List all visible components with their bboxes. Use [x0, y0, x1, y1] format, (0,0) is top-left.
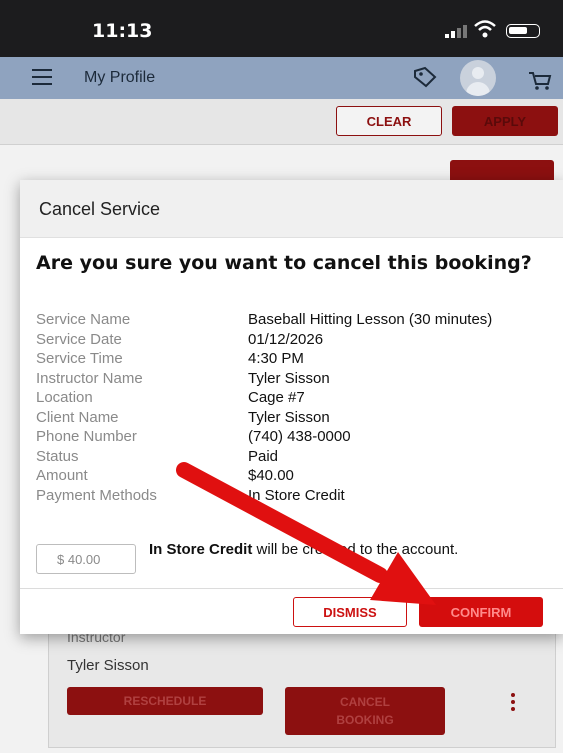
- booking-card: Instructor Tyler Sisson RESCHEDULE CANCE…: [48, 628, 556, 748]
- detail-label: Client Name: [36, 408, 119, 426]
- dismiss-button[interactable]: DISMISS: [293, 597, 407, 627]
- clear-button[interactable]: CLEAR: [336, 106, 442, 136]
- instructor-name: Tyler Sisson: [67, 657, 149, 674]
- hamburger-menu-icon[interactable]: [32, 69, 52, 85]
- status-bar: 11:13: [0, 0, 563, 57]
- detail-label: Service Date: [36, 330, 122, 348]
- detail-value: Tyler Sisson: [248, 408, 330, 426]
- confirm-button[interactable]: CONFIRM: [419, 597, 543, 627]
- detail-label: Status: [36, 447, 79, 465]
- reschedule-button[interactable]: RESCHEDULE: [67, 687, 263, 715]
- cellular-signal-icon: [445, 25, 467, 38]
- detail-label: Service Name: [36, 311, 131, 328]
- detail-label: Amount: [36, 467, 88, 484]
- page-title: My Profile: [84, 69, 156, 86]
- detail-value: Cage #7: [248, 389, 305, 406]
- avatar[interactable]: [460, 60, 496, 96]
- status-time: 11:13: [92, 20, 153, 42]
- booking-details: Service Name Baseball Hitting Lesson (30 …: [36, 310, 546, 505]
- detail-label: Instructor Name: [36, 369, 143, 387]
- cancel-service-dialog: Cancel Service Are you sure you want to …: [20, 180, 563, 634]
- detail-value: Baseball Hitting Lesson (30 minutes): [248, 311, 493, 328]
- credit-method: In Store Credit: [149, 541, 253, 558]
- detail-value: Paid: [248, 447, 279, 465]
- dialog-header: Cancel Service: [20, 180, 563, 238]
- detail-value: 4:30 PM: [248, 350, 304, 367]
- cancel-booking-button[interactable]: CANCEL BOOKING: [285, 687, 445, 735]
- detail-row: Amount $40.00: [36, 466, 546, 486]
- detail-value: $40.00: [248, 467, 294, 484]
- detail-row: Phone Number (740) 438-0000: [36, 427, 546, 447]
- more-options-icon[interactable]: [511, 693, 515, 714]
- detail-row: Status Paid: [36, 447, 546, 467]
- phone-screen: 11:13 My Profile CLEAR APPLY Instructor: [0, 0, 563, 753]
- detail-label: Location: [36, 389, 93, 406]
- detail-label: Service Time: [36, 350, 123, 367]
- credit-amount-field: $ 40.00: [36, 544, 136, 574]
- detail-row: Instructor Name Tyler Sisson: [36, 369, 546, 389]
- detail-row: Service Date 01/12/2026: [36, 330, 546, 350]
- cart-icon[interactable]: [528, 71, 552, 91]
- detail-value: 01/12/2026: [248, 330, 324, 348]
- detail-row: Service Time 4:30 PM: [36, 349, 546, 369]
- detail-row: Location Cage #7: [36, 388, 546, 408]
- apply-button[interactable]: APPLY: [452, 106, 558, 136]
- detail-row: Service Name Baseball Hitting Lesson (30 …: [36, 310, 546, 330]
- filter-bar: CLEAR APPLY: [0, 99, 563, 145]
- detail-value: In Store Credit: [248, 486, 345, 504]
- app-header: My Profile: [0, 57, 563, 99]
- detail-value: (740) 438-0000: [248, 428, 351, 445]
- tag-icon[interactable]: [412, 65, 438, 89]
- dialog-footer: DISMISS CONFIRM: [20, 588, 563, 634]
- dialog-title: Cancel Service: [39, 199, 161, 219]
- credit-notice-rest: will be credited to the account.: [252, 541, 459, 558]
- wifi-icon: [474, 20, 496, 38]
- battery-icon: [506, 24, 540, 38]
- detail-row: Client Name Tyler Sisson: [36, 408, 546, 428]
- detail-value: Tyler Sisson: [248, 369, 330, 387]
- detail-label: Phone Number: [36, 428, 137, 445]
- confirmation-question: Are you sure you want to cancel this boo…: [36, 252, 532, 274]
- credit-notice: In Store Credit will be credited to the …: [149, 540, 539, 559]
- detail-row: Payment Methods In Store Credit: [36, 486, 546, 506]
- detail-label: Payment Methods: [36, 486, 157, 504]
